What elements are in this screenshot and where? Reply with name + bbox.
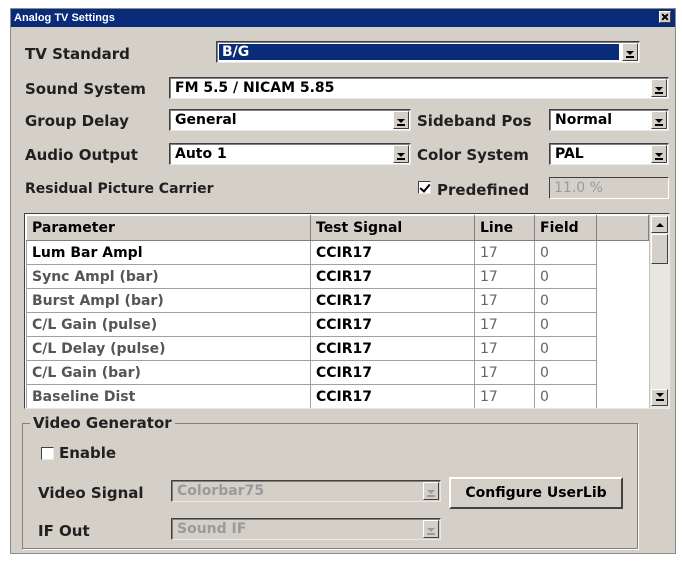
cell-test-signal: CCIR17 <box>310 360 475 385</box>
chevron-down-icon[interactable] <box>651 111 667 129</box>
column-header-parameter[interactable]: Parameter <box>26 215 311 241</box>
residual-carrier-value: 11.0 % <box>549 177 669 199</box>
cell-parameter: Sync Ampl (bar) <box>26 264 311 289</box>
sound-system-dropdown[interactable]: FM 5.5 / NICAM 5.85 <box>169 77 669 99</box>
cell-field: 0 <box>534 336 597 361</box>
configure-userlib-button[interactable]: Configure UserLib <box>449 477 623 509</box>
audio-output-dropdown[interactable]: Auto 1 <box>169 143 411 165</box>
parameter-table: Parameter Test Signal Line Field Lum Bar… <box>24 213 670 409</box>
sideband-pos-value: Normal <box>555 112 613 128</box>
sideband-pos-dropdown[interactable]: Normal <box>549 109 669 131</box>
cell-line: 17 <box>474 360 535 385</box>
table-row[interactable]: Sync Ampl (bar) CCIR17 17 0 <box>26 264 649 289</box>
table-row[interactable]: Lum Bar Ampl CCIR17 17 0 <box>26 240 649 265</box>
group-delay-dropdown[interactable]: General <box>169 109 411 131</box>
cell-parameter: C/L Gain (pulse) <box>26 312 311 337</box>
sound-system-label: Sound System <box>25 80 146 98</box>
video-generator-title: Video Generator <box>30 414 175 432</box>
video-signal-value: Colorbar75 <box>177 483 265 499</box>
column-header-line[interactable]: Line <box>474 215 535 241</box>
chevron-down-icon[interactable] <box>393 111 409 129</box>
audio-output-label: Audio Output <box>25 146 138 164</box>
table-header-row: Parameter Test Signal Line Field <box>26 215 649 241</box>
audio-output-value: Auto 1 <box>175 146 227 162</box>
cell-test-signal: CCIR17 <box>310 288 475 313</box>
cell-test-signal: CCIR17 <box>310 312 475 337</box>
cell-line: 17 <box>474 336 535 361</box>
tv-standard-value: B/G <box>219 44 619 60</box>
close-icon[interactable] <box>659 11 671 23</box>
enable-label: Enable <box>59 444 117 462</box>
scroll-up-icon[interactable] <box>651 216 668 233</box>
scroll-down-icon[interactable] <box>651 389 668 406</box>
if-out-value: Sound IF <box>177 521 247 537</box>
scroll-thumb[interactable] <box>651 234 668 264</box>
cell-line: 17 <box>474 240 535 265</box>
cell-parameter: Lum Bar Ampl <box>26 240 311 265</box>
chevron-down-icon[interactable] <box>423 520 439 538</box>
column-header-blank <box>596 215 649 241</box>
residual-carrier-label: Residual Picture Carrier <box>25 181 214 197</box>
color-system-value: PAL <box>555 146 584 162</box>
table-row[interactable]: C/L Gain (bar) CCIR17 17 0 <box>26 360 649 385</box>
table-row[interactable]: Baseline Dist CCIR17 17 0 <box>26 384 649 408</box>
cell-field: 0 <box>534 264 597 289</box>
cell-parameter: Burst Ampl (bar) <box>26 288 311 313</box>
cell-line: 17 <box>474 264 535 289</box>
cell-field: 0 <box>534 360 597 385</box>
cell-field: 0 <box>534 312 597 337</box>
tv-standard-dropdown[interactable]: B/G <box>216 41 640 63</box>
cell-parameter: C/L Delay (pulse) <box>26 336 311 361</box>
enable-checkbox[interactable] <box>41 447 54 460</box>
cell-line: 17 <box>474 312 535 337</box>
predefined-label: Predefined <box>437 181 530 199</box>
chevron-down-icon[interactable] <box>651 79 667 97</box>
if-out-dropdown[interactable]: Sound IF <box>171 518 441 540</box>
column-header-field[interactable]: Field <box>534 215 597 241</box>
analog-tv-settings-dialog: Analog TV Settings TV Standard B/G Sound… <box>10 8 676 554</box>
title-bar: Analog TV Settings <box>11 9 675 27</box>
table-row[interactable]: Burst Ampl (bar) CCIR17 17 0 <box>26 288 649 313</box>
sideband-pos-label: Sideband Pos <box>417 112 532 130</box>
chevron-down-icon[interactable] <box>423 482 439 500</box>
group-delay-label: Group Delay <box>25 112 129 130</box>
sound-system-value: FM 5.5 / NICAM 5.85 <box>175 80 335 96</box>
video-signal-label: Video Signal <box>38 484 144 502</box>
color-system-dropdown[interactable]: PAL <box>549 143 669 165</box>
cell-field: 0 <box>534 240 597 265</box>
table-row[interactable]: C/L Gain (pulse) CCIR17 17 0 <box>26 312 649 337</box>
window-title: Analog TV Settings <box>14 12 115 24</box>
video-signal-dropdown[interactable]: Colorbar75 <box>171 480 441 502</box>
predefined-checkbox[interactable] <box>418 181 431 194</box>
cell-parameter: C/L Gain (bar) <box>26 360 311 385</box>
chevron-down-icon[interactable] <box>622 43 638 61</box>
group-delay-value: General <box>175 112 237 128</box>
cell-field: 0 <box>534 384 597 408</box>
cell-test-signal: CCIR17 <box>310 336 475 361</box>
cell-field: 0 <box>534 288 597 313</box>
chevron-down-icon[interactable] <box>651 145 667 163</box>
table-scrollbar[interactable] <box>649 214 669 408</box>
cell-line: 17 <box>474 384 535 408</box>
cell-parameter: Baseline Dist <box>26 384 311 408</box>
cell-test-signal: CCIR17 <box>310 264 475 289</box>
cell-test-signal: CCIR17 <box>310 384 475 408</box>
tv-standard-label: TV Standard <box>25 45 130 63</box>
cell-test-signal: CCIR17 <box>310 240 475 265</box>
color-system-label: Color System <box>417 146 529 164</box>
cell-line: 17 <box>474 288 535 313</box>
if-out-label: IF Out <box>38 522 90 540</box>
table-row[interactable]: C/L Delay (pulse) CCIR17 17 0 <box>26 336 649 361</box>
column-header-test-signal[interactable]: Test Signal <box>310 215 475 241</box>
chevron-down-icon[interactable] <box>393 145 409 163</box>
